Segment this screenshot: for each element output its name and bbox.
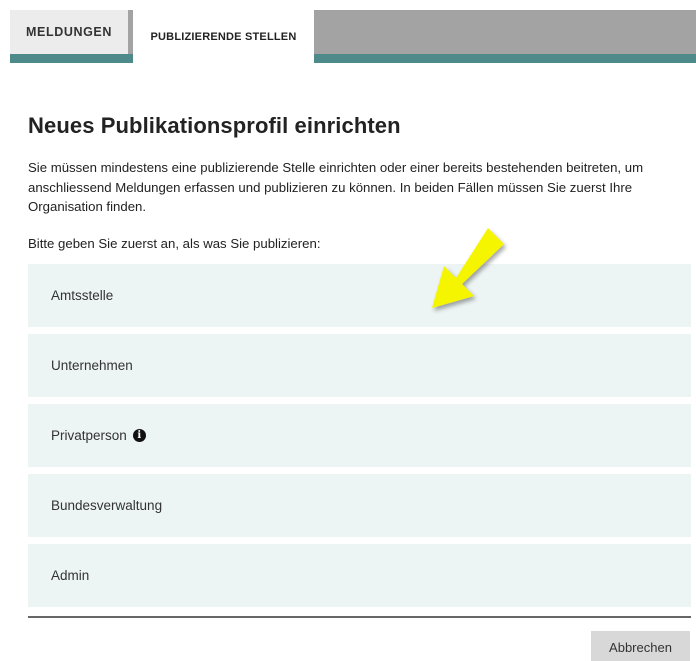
option-label: Privatperson — [51, 428, 127, 443]
option-privatperson[interactable]: Privatperson i — [28, 404, 691, 467]
annotation-arrow-icon — [432, 228, 504, 308]
option-amtsstelle[interactable]: Amtsstelle — [28, 264, 691, 327]
tab-publizierende-stellen[interactable]: Publizierende Stellen — [133, 10, 314, 63]
option-bundesverwaltung[interactable]: Bundesverwaltung — [28, 474, 691, 537]
footer-divider — [28, 616, 691, 618]
intro-text: Sie müssen mindestens eine publizierende… — [28, 160, 644, 214]
option-label: Amtsstelle — [51, 288, 114, 303]
option-label: Admin — [51, 568, 90, 583]
tab-bar-accent-line — [10, 54, 696, 63]
tab-meldungen[interactable]: Meldungen — [10, 10, 128, 54]
selection-prompt: Bitte geben Sie zuerst an, als was Sie p… — [28, 236, 321, 251]
option-unternehmen[interactable]: Unternehmen — [28, 334, 691, 397]
option-label: Bundesverwaltung — [51, 498, 163, 513]
option-label: Unternehmen — [51, 358, 133, 373]
info-icon[interactable]: i — [132, 429, 146, 442]
page-title: Neues Publikationsprofil einrichten — [28, 113, 401, 138]
option-admin[interactable]: Admin — [28, 544, 691, 607]
